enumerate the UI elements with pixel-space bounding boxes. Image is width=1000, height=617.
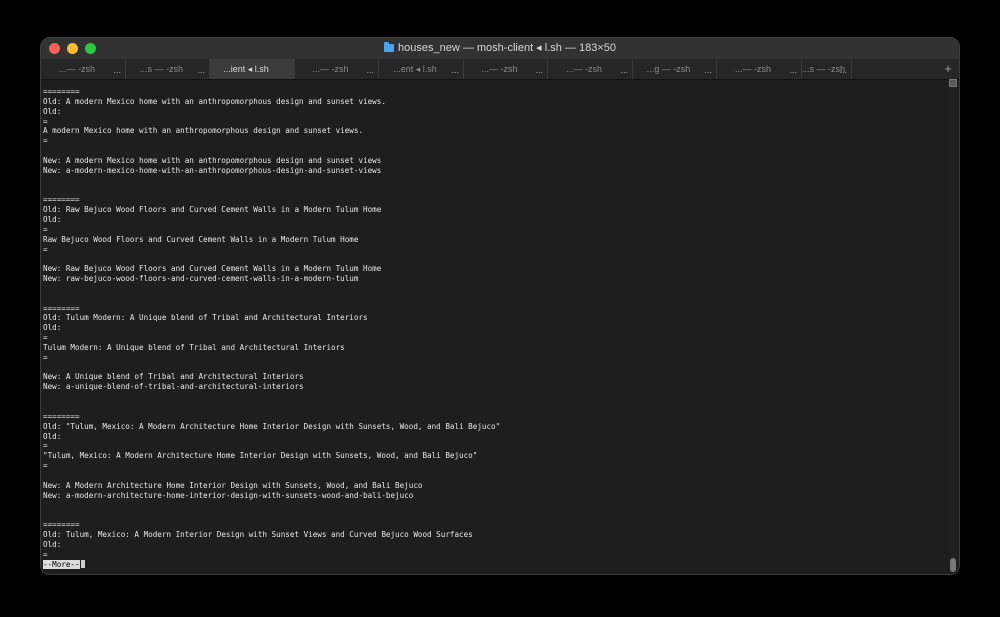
terminal-line: Old: Raw Bejuco Wood Floors and Curved C… <box>43 205 382 215</box>
tab-2[interactable]: ...s — -zsh... <box>126 59 210 79</box>
tab-overflow-icon: ... <box>366 65 374 75</box>
terminal-line: ======== <box>43 195 80 205</box>
terminal-line: = <box>43 441 48 451</box>
tab-label: ...— -zsh <box>734 64 771 74</box>
tab-label: ...— -zsh <box>58 64 95 74</box>
tab-5[interactable]: ...ent ◂ l.sh... <box>379 59 464 79</box>
terminal-line: = <box>43 461 48 471</box>
tab-overflow-icon: ... <box>535 65 543 75</box>
tab-label: ...— -zsh <box>565 64 602 74</box>
scrollbar[interactable] <box>949 79 957 574</box>
terminal-line: = <box>43 333 48 343</box>
folder-icon <box>384 42 394 52</box>
tab-6[interactable]: ...— -zsh... <box>464 59 548 79</box>
terminal-line: New: a-unique-blend-of-tribal-and-archit… <box>43 382 304 392</box>
terminal-line: = <box>43 549 48 559</box>
terminal-line: = <box>43 224 48 234</box>
terminal-line: New: A Unique blend of Tribal and Archit… <box>43 372 304 382</box>
terminal-line: A modern Mexico home with an anthropomor… <box>43 126 364 136</box>
tab-overflow-icon: ... <box>789 65 797 75</box>
terminal-line: New: Raw Bejuco Wood Floors and Curved C… <box>43 264 382 274</box>
terminal-line: New: A modern Mexico home with an anthro… <box>43 155 382 165</box>
tab-3[interactable]: ...ient ◂ l.sh <box>210 59 295 79</box>
terminal-line: Tulum Modern: A Unique blend of Tribal a… <box>43 342 345 352</box>
terminal-line: Old: A modern Mexico home with an anthro… <box>43 96 386 106</box>
terminal-line: Old: <box>43 431 62 441</box>
terminal-line: Old: <box>43 214 62 224</box>
tab-label: ...g — -zsh <box>646 64 691 74</box>
new-tab-button[interactable]: + <box>937 59 959 79</box>
terminal-line: New: a-modern-architecture-home-interior… <box>43 490 414 500</box>
terminal-line: = <box>43 116 48 126</box>
tab-8[interactable]: ...g — -zsh... <box>633 59 717 79</box>
window-title: houses_new — mosh-client ◂ l.sh — 183×50 <box>41 41 959 54</box>
tab-4[interactable]: ...— -zsh... <box>295 59 379 79</box>
terminal-line: = <box>43 136 48 146</box>
tab-bar: ...— -zsh... ...s — -zsh... ...ient ◂ l.sh… <box>41 59 959 80</box>
tab-10[interactable]: ...s — -zsh... <box>802 59 852 79</box>
tab-1[interactable]: ...— -zsh... <box>41 59 126 79</box>
terminal-line: "Tulum, Mexico: A Modern Architecture Ho… <box>43 451 478 461</box>
scroll-up-button[interactable] <box>949 79 957 87</box>
pager-line: --More-- <box>43 559 943 570</box>
tab-label: ...ent ◂ l.sh <box>393 64 437 74</box>
tab-overflow-icon: ... <box>620 65 628 75</box>
tab-overflow-icon: ... <box>113 65 121 75</box>
tab-label: ...ient ◂ l.sh <box>223 64 269 74</box>
tab-overflow-icon: ... <box>197 65 205 75</box>
terminal-line: Old: Tulum Modern: A Unique blend of Tri… <box>43 313 368 323</box>
terminal-line: ======== <box>43 303 80 313</box>
terminal-line: = <box>43 244 48 254</box>
terminal-line: Old: <box>43 539 62 549</box>
tab-label: ...— -zsh <box>312 64 349 74</box>
terminal-window: houses_new — mosh-client ◂ l.sh — 183×50… <box>40 37 960 575</box>
terminal-line: Old: <box>43 323 62 333</box>
terminal-output[interactable]: ======== Old: A modern Mexico home with a… <box>43 87 943 574</box>
terminal-line: ======== <box>43 411 80 421</box>
tab-label: ...s — -zsh <box>139 64 183 74</box>
terminal-line: New: raw-bejuco-wood-floors-and-curved-c… <box>43 274 359 284</box>
terminal-line: Raw Bejuco Wood Floors and Curved Cement… <box>43 234 359 244</box>
tab-9[interactable]: ...— -zsh... <box>717 59 802 79</box>
pager-more-prompt: --More-- <box>43 559 80 569</box>
scroll-thumb[interactable] <box>950 558 956 572</box>
terminal-line: ======== <box>43 87 80 96</box>
tab-label: ...s — -zsh <box>802 64 846 74</box>
terminal-line: Old: Tulum, Mexico: A Modern Interior De… <box>43 529 473 539</box>
tab-overflow-icon: ... <box>704 65 712 75</box>
tab-label: ...— -zsh <box>481 64 518 74</box>
tab-overflow-icon: ... <box>839 65 847 75</box>
terminal-line: New: a-modern-mexico-home-with-an-anthro… <box>43 165 382 175</box>
window-title-text: houses_new — mosh-client ◂ l.sh — 183×50 <box>398 42 616 54</box>
text-cursor <box>80 559 85 568</box>
terminal-line: Old: "Tulum, Mexico: A Modern Architectu… <box>43 421 501 431</box>
terminal-line: New: A Modern Architecture Home Interior… <box>43 480 423 490</box>
title-bar[interactable]: houses_new — mosh-client ◂ l.sh — 183×50 <box>41 38 959 59</box>
terminal-line: = <box>43 352 48 362</box>
tab-overflow-icon: ... <box>451 65 459 75</box>
tab-7[interactable]: ...— -zsh... <box>548 59 633 79</box>
terminal-line: ======== <box>43 520 80 530</box>
terminal-line: Old: <box>43 106 62 116</box>
